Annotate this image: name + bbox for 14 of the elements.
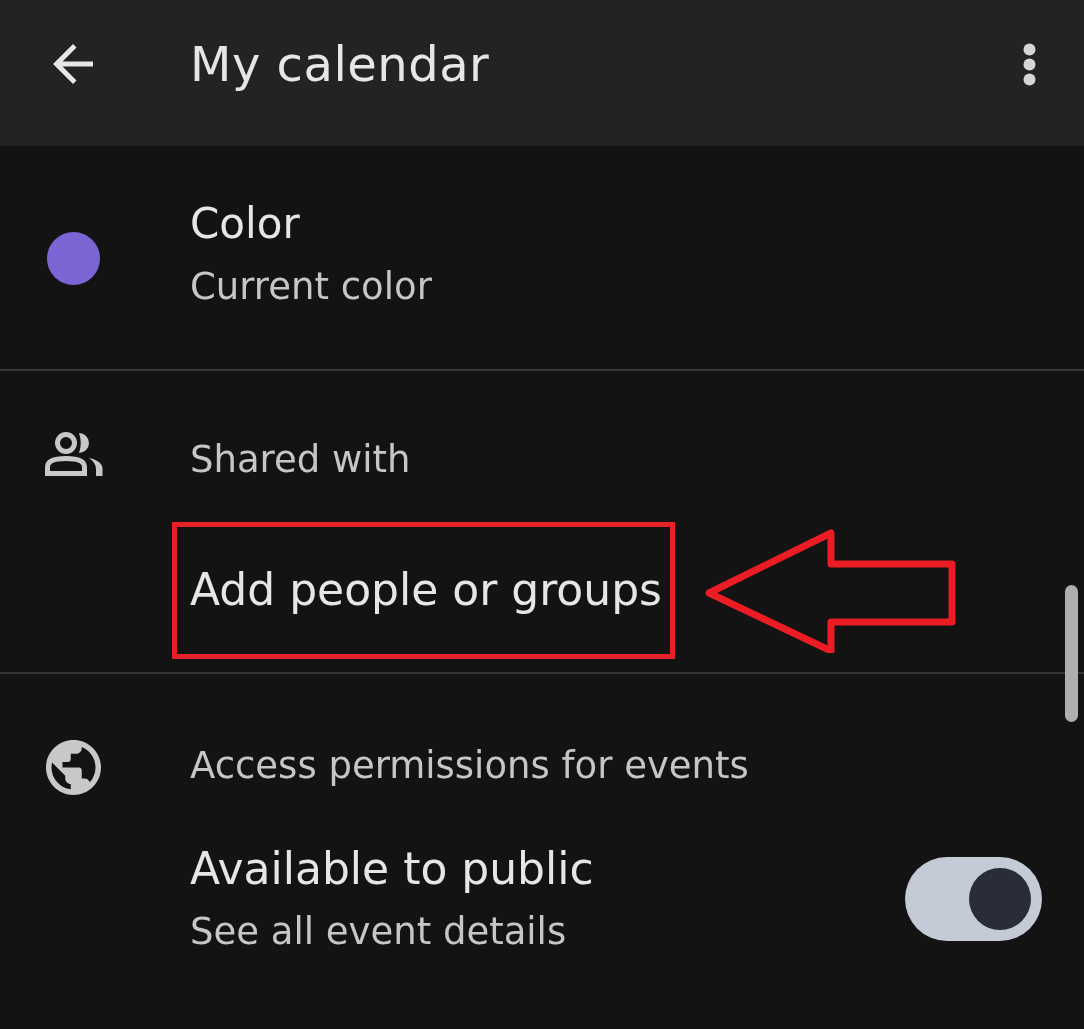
people-icon	[43, 432, 103, 476]
setting-value: Current color	[190, 265, 432, 310]
globe-icon	[45, 740, 101, 795]
add-people-link[interactable]: Add people or groups	[190, 564, 662, 618]
setting-title: Available to public	[190, 843, 594, 897]
page-title: My calendar	[190, 36, 490, 92]
setting-title: Color	[190, 199, 300, 250]
more-options-icon	[1023, 42, 1036, 86]
section-heading: Access permissions for events	[190, 744, 749, 789]
back-button[interactable]	[53, 44, 93, 84]
more-options-button[interactable]	[1023, 42, 1036, 86]
back-arrow-icon	[53, 44, 93, 84]
section-heading: Shared with	[190, 438, 411, 483]
setting-description: See all event details	[190, 910, 567, 955]
